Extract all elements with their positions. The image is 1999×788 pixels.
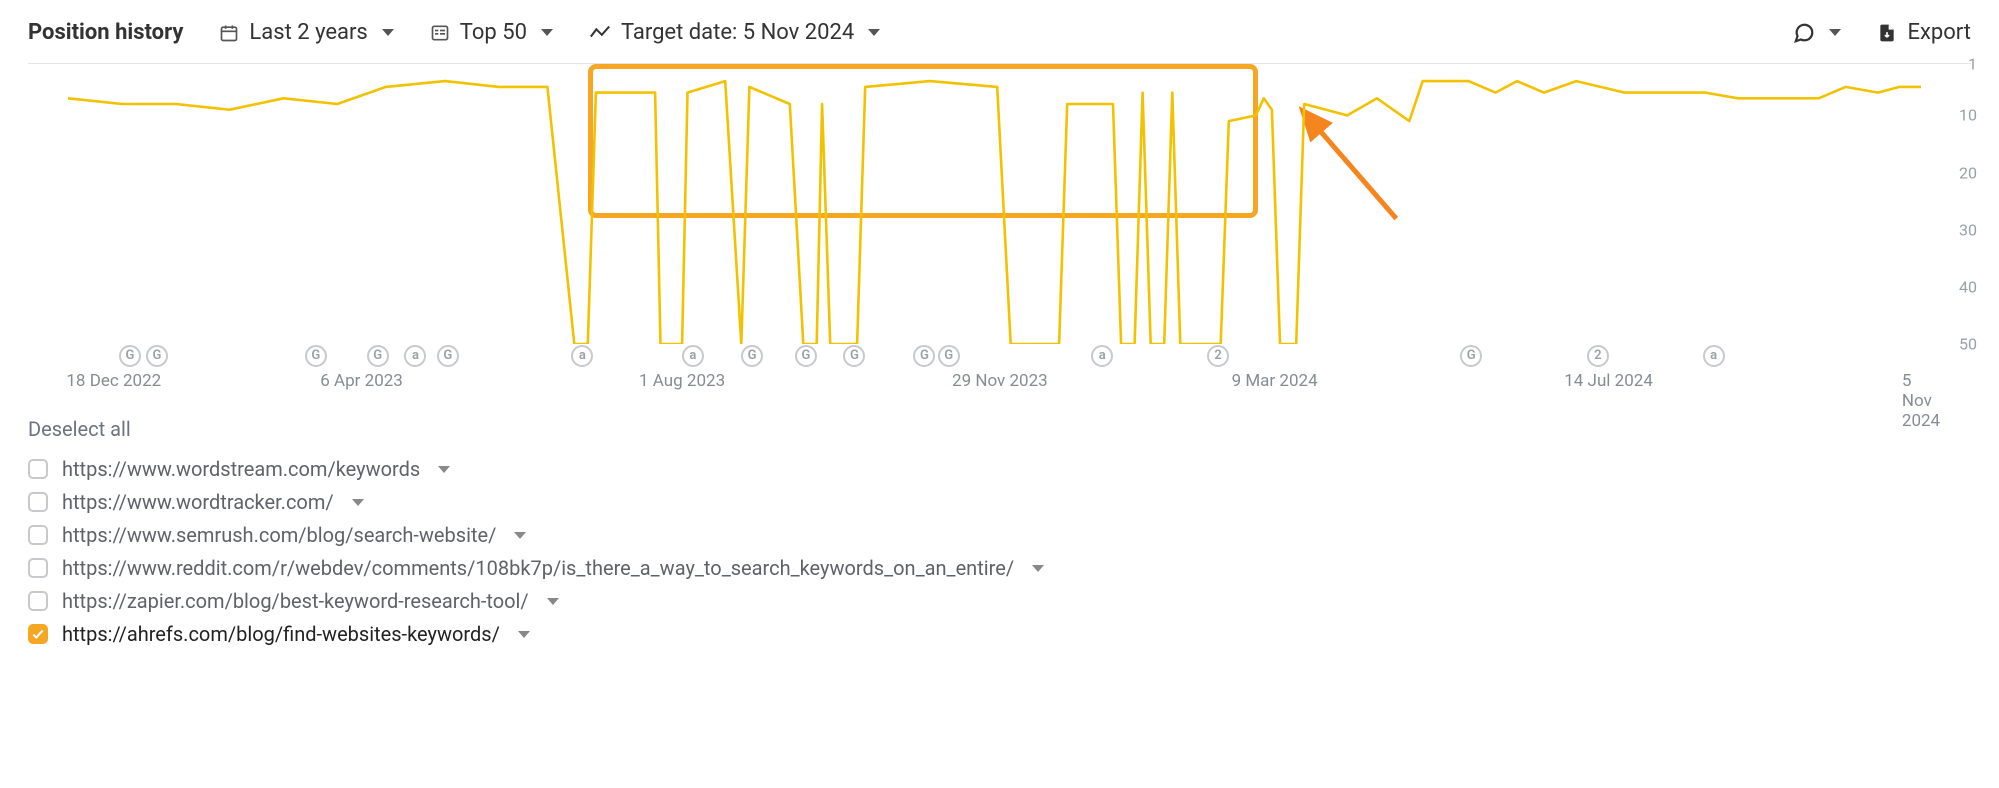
event-marker[interactable]: a (404, 345, 426, 367)
chevron-down-icon[interactable] (352, 499, 364, 506)
date-range-label: Last 2 years (249, 20, 367, 45)
url-text[interactable]: https://ahrefs.com/blog/find-websites-ke… (62, 622, 500, 646)
feedback-dropdown[interactable] (1793, 22, 1841, 44)
url-row: https://zapier.com/blog/best-keyword-res… (28, 589, 1971, 613)
event-marker[interactable]: G (367, 345, 389, 367)
x-tick: 5 Nov 2024 (1902, 371, 1940, 431)
y-tick: 30 (1959, 220, 1977, 239)
series-line (68, 81, 1921, 344)
y-tick: 20 (1959, 163, 1977, 182)
url-checkbox[interactable] (28, 558, 48, 578)
url-text[interactable]: https://www.reddit.com/r/webdev/comments… (62, 556, 1014, 580)
calendar-icon (219, 23, 239, 43)
url-checkbox[interactable] (28, 492, 48, 512)
target-date-label: Target date: 5 Nov 2024 (621, 20, 854, 45)
list-icon (430, 23, 450, 43)
url-row: https://www.semrush.com/blog/search-webs… (28, 523, 1971, 547)
event-marker[interactable]: G (437, 345, 459, 367)
top-n-dropdown[interactable]: Top 50 (430, 20, 553, 45)
chevron-down-icon[interactable] (514, 532, 526, 539)
page-title: Position history (28, 20, 183, 45)
date-range-dropdown[interactable]: Last 2 years (219, 20, 393, 45)
x-tick: 1 Aug 2023 (639, 371, 725, 391)
event-marker[interactable]: 2 (1587, 345, 1609, 367)
chevron-down-icon[interactable] (547, 598, 559, 605)
deselect-all-link[interactable]: Deselect all (28, 417, 131, 441)
event-marker[interactable]: G (938, 345, 960, 367)
export-label: Export (1907, 20, 1971, 45)
chevron-down-icon (868, 29, 880, 36)
event-marker[interactable]: G (119, 345, 141, 367)
x-tick: 9 Mar 2024 (1232, 371, 1318, 391)
x-tick: 29 Nov 2023 (952, 371, 1048, 391)
url-checkbox[interactable] (28, 591, 48, 611)
x-tick: 14 Jul 2024 (1564, 371, 1653, 391)
url-row: https://www.wordtracker.com/ (28, 490, 1971, 514)
event-marker[interactable]: G (146, 345, 168, 367)
chevron-down-icon (541, 29, 553, 36)
chevron-down-icon[interactable] (518, 631, 530, 638)
url-text[interactable]: https://zapier.com/blog/best-keyword-res… (62, 589, 529, 613)
event-marker[interactable]: G (1460, 345, 1482, 367)
url-text[interactable]: https://www.wordstream.com/keywords (62, 457, 420, 481)
comment-icon (1793, 22, 1815, 44)
event-marker[interactable]: a (682, 345, 704, 367)
target-date-dropdown[interactable]: Target date: 5 Nov 2024 (589, 20, 880, 45)
download-icon (1877, 22, 1897, 44)
event-marker[interactable]: G (913, 345, 935, 367)
trend-icon (589, 23, 611, 43)
toolbar: Position history Last 2 years Top 50 Tar… (28, 20, 1971, 45)
event-marker[interactable]: G (741, 345, 763, 367)
url-checkbox[interactable] (28, 624, 48, 644)
x-tick: 18 Dec 2022 (66, 371, 161, 391)
url-row: https://www.reddit.com/r/webdev/comments… (28, 556, 1971, 580)
event-marker[interactable]: a (1091, 345, 1113, 367)
chevron-down-icon (1829, 29, 1841, 36)
event-marker[interactable]: 2 (1207, 345, 1229, 367)
export-button[interactable]: Export (1877, 20, 1971, 45)
y-tick: 50 (1959, 335, 1977, 354)
url-row: https://ahrefs.com/blog/find-websites-ke… (28, 622, 1971, 646)
url-text[interactable]: https://www.wordtracker.com/ (62, 490, 334, 514)
y-tick: 40 (1959, 277, 1977, 296)
event-marker[interactable]: a (1703, 345, 1725, 367)
y-tick: 1 (1968, 55, 1977, 74)
url-list: https://www.wordstream.com/keywords https… (28, 457, 1971, 646)
x-tick: 6 Apr 2023 (320, 371, 403, 391)
chevron-down-icon (382, 29, 394, 36)
url-checkbox[interactable] (28, 525, 48, 545)
event-marker[interactable]: a (571, 345, 593, 367)
chevron-down-icon[interactable] (438, 466, 450, 473)
event-marker[interactable]: G (795, 345, 817, 367)
event-marker[interactable]: G (305, 345, 327, 367)
url-checkbox[interactable] (28, 459, 48, 479)
url-row: https://www.wordstream.com/keywords (28, 457, 1971, 481)
y-tick: 10 (1959, 106, 1977, 125)
top-n-label: Top 50 (460, 20, 527, 45)
url-text[interactable]: https://www.semrush.com/blog/search-webs… (62, 523, 496, 547)
position-history-chart[interactable]: GGGGaGaaGGGGGa2G2a 18 Dec 20226 Apr 2023… (28, 63, 1971, 383)
event-marker[interactable]: G (843, 345, 865, 367)
chevron-down-icon[interactable] (1032, 565, 1044, 572)
